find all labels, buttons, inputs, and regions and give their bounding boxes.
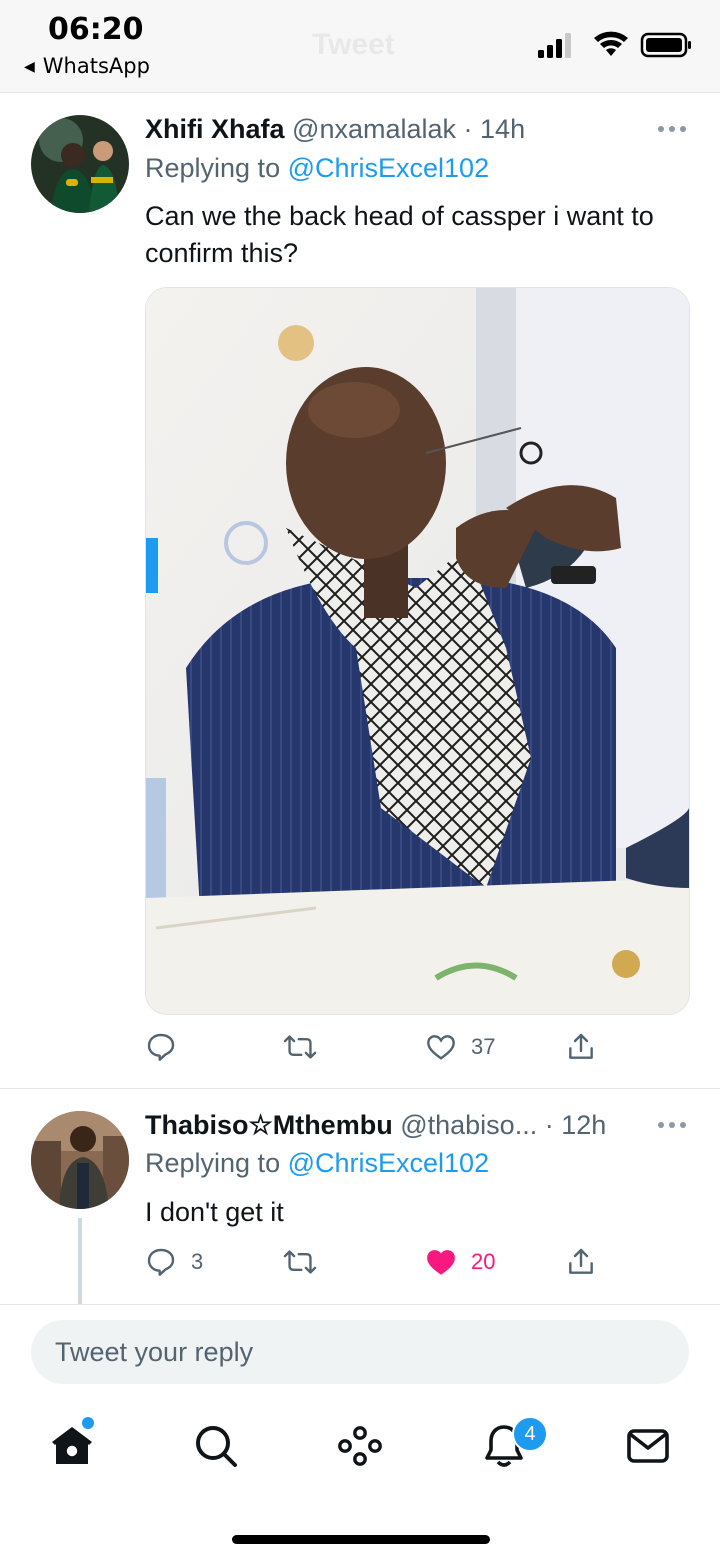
retweet-button[interactable]	[283, 1027, 331, 1067]
replying-to-label: Replying to	[145, 1148, 281, 1178]
tweet-actions: 37	[145, 1027, 605, 1067]
tweet-media-image[interactable]	[145, 287, 690, 1015]
thread-connector-line	[78, 1218, 82, 1304]
meta-separator: ·	[456, 114, 481, 144]
more-options-icon[interactable]	[656, 124, 688, 134]
tweet-divider	[0, 1088, 720, 1089]
tweet-time: 12h	[561, 1110, 607, 1140]
author-name[interactable]: Thabiso☆Mthembu	[145, 1110, 393, 1140]
replying-to-mention[interactable]: @ChrisExcel102	[288, 153, 490, 183]
like-count: 37	[471, 1034, 496, 1059]
author-handle[interactable]: @thabiso...	[400, 1110, 537, 1140]
tweet-header: Thabiso☆Mthembu @thabiso... · 12h	[145, 1110, 606, 1141]
heart-icon	[427, 1035, 455, 1060]
home-indicator[interactable]	[232, 1535, 490, 1544]
reply-composer[interactable]: Tweet your reply	[31, 1320, 689, 1384]
photo-man-adjusting-glasses	[146, 288, 689, 1014]
back-to-app-link[interactable]: ◀ WhatsApp	[24, 54, 150, 78]
replying-to: Replying to @ChrisExcel102	[145, 1148, 489, 1179]
header-divider	[0, 92, 720, 93]
search-icon[interactable]	[192, 1422, 240, 1470]
retweet-icon	[283, 1250, 317, 1274]
faded-header-title: Tweet	[312, 28, 395, 61]
back-arrow-icon: ◀	[24, 59, 35, 75]
avatar[interactable]	[31, 1111, 129, 1209]
retweet-icon	[283, 1035, 317, 1059]
wifi-icon	[594, 31, 628, 56]
reply-icon	[147, 1248, 175, 1276]
back-app-label: WhatsApp	[42, 54, 150, 78]
avatar[interactable]	[31, 115, 129, 213]
status-bar: Tweet 06:20 ◀ WhatsApp	[0, 0, 720, 92]
share-button[interactable]	[565, 1027, 597, 1067]
tweet-time: 14h	[480, 114, 526, 144]
battery-icon	[640, 32, 691, 58]
reply-input-placeholder: Tweet your reply	[55, 1337, 254, 1367]
replying-to: Replying to @ChrisExcel102	[145, 153, 489, 184]
tweet-text: I don't get it	[145, 1197, 284, 1227]
reply-button[interactable]: 3	[145, 1242, 203, 1282]
avatar-image	[31, 115, 129, 213]
spaces-icon[interactable]	[336, 1422, 384, 1470]
notification-badge: 4	[512, 1416, 548, 1452]
author-name[interactable]: Xhifi Xhafa	[145, 114, 285, 144]
like-count: 20	[471, 1249, 496, 1274]
reply-count: 3	[191, 1249, 204, 1274]
share-icon	[569, 1248, 593, 1274]
tweet-actions: 3 20	[145, 1242, 605, 1282]
author-handle[interactable]: @nxamalalak	[292, 114, 456, 144]
tweet-text: Can we the back head of cassper i want t…	[145, 201, 654, 268]
status-time: 06:20	[48, 12, 144, 47]
like-button[interactable]: 37	[425, 1027, 495, 1067]
signal-icon	[538, 33, 571, 58]
home-icon[interactable]	[48, 1422, 96, 1470]
status-icons	[538, 31, 691, 58]
reply-button[interactable]	[145, 1027, 191, 1067]
avatar-image	[31, 1111, 129, 1209]
home-unread-dot	[82, 1417, 94, 1429]
messages-icon[interactable]	[624, 1422, 672, 1470]
reply-icon	[147, 1033, 175, 1061]
retweet-button[interactable]	[283, 1242, 331, 1282]
heart-filled-icon	[427, 1250, 455, 1275]
composer-divider	[0, 1304, 720, 1305]
share-button[interactable]	[565, 1242, 597, 1282]
replying-to-mention[interactable]: @ChrisExcel102	[288, 1148, 490, 1178]
replying-to-label: Replying to	[145, 153, 281, 183]
like-button[interactable]: 20	[425, 1242, 495, 1282]
meta-separator: ·	[537, 1110, 562, 1140]
share-icon	[569, 1033, 593, 1059]
tweet-header: Xhifi Xhafa @nxamalalak · 14h	[145, 114, 525, 145]
more-options-icon[interactable]	[656, 1120, 688, 1130]
